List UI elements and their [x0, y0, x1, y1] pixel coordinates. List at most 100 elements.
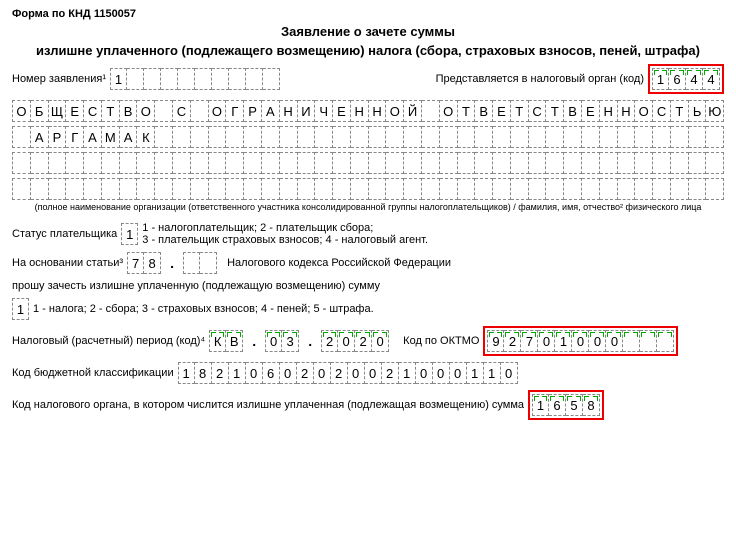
- cell[interactable]: [226, 126, 244, 148]
- cell[interactable]: [511, 126, 529, 148]
- cell[interactable]: [333, 126, 351, 148]
- cell[interactable]: [440, 152, 458, 174]
- cell[interactable]: Г: [226, 100, 244, 122]
- cell[interactable]: [600, 126, 618, 148]
- cell[interactable]: [493, 152, 511, 174]
- cell[interactable]: [351, 126, 369, 148]
- period-cells-1[interactable]: КВ: [209, 330, 243, 352]
- cell[interactable]: С: [529, 100, 547, 122]
- cell[interactable]: [511, 178, 529, 200]
- cell[interactable]: [369, 152, 387, 174]
- cell[interactable]: [564, 178, 582, 200]
- cell[interactable]: [333, 178, 351, 200]
- cell[interactable]: 4: [686, 68, 703, 90]
- cell[interactable]: [173, 126, 191, 148]
- cell[interactable]: [440, 126, 458, 148]
- cell[interactable]: О: [386, 100, 404, 122]
- cell[interactable]: [12, 178, 31, 200]
- cell[interactable]: [155, 100, 173, 122]
- cell[interactable]: [49, 178, 67, 200]
- cell[interactable]: [422, 100, 440, 122]
- cell[interactable]: 0: [433, 362, 450, 384]
- cell[interactable]: [582, 178, 600, 200]
- cell[interactable]: [369, 178, 387, 200]
- cell[interactable]: [137, 178, 155, 200]
- cell[interactable]: Н: [600, 100, 618, 122]
- cell[interactable]: К: [137, 126, 155, 148]
- cell[interactable]: Н: [280, 100, 298, 122]
- cell[interactable]: 0: [589, 330, 606, 352]
- cell[interactable]: [640, 330, 657, 352]
- cell[interactable]: [635, 152, 653, 174]
- cell[interactable]: Щ: [49, 100, 67, 122]
- cell[interactable]: 2: [331, 362, 348, 384]
- cell[interactable]: 9: [487, 330, 504, 352]
- cell[interactable]: 0: [416, 362, 433, 384]
- cell[interactable]: 2: [382, 362, 399, 384]
- cell[interactable]: 0: [348, 362, 365, 384]
- cell[interactable]: [458, 126, 476, 148]
- cell[interactable]: [706, 152, 724, 174]
- article-cells-2[interactable]: [183, 252, 217, 274]
- payer-status-cell[interactable]: 1: [121, 223, 138, 245]
- cell[interactable]: [546, 178, 564, 200]
- cell[interactable]: [66, 178, 84, 200]
- cell[interactable]: [191, 178, 209, 200]
- cell[interactable]: [546, 126, 564, 148]
- cell[interactable]: [31, 152, 49, 174]
- tax-office-cells[interactable]: 1644: [652, 68, 720, 90]
- cell[interactable]: 6: [549, 394, 566, 416]
- cell[interactable]: [155, 152, 173, 174]
- cell[interactable]: В: [564, 100, 582, 122]
- cell[interactable]: 1: [178, 362, 195, 384]
- cell[interactable]: 0: [606, 330, 623, 352]
- cell[interactable]: [386, 126, 404, 148]
- cell[interactable]: [12, 152, 31, 174]
- cell[interactable]: [262, 152, 280, 174]
- cell[interactable]: Е: [333, 100, 351, 122]
- cell[interactable]: [209, 126, 227, 148]
- cell[interactable]: [280, 152, 298, 174]
- cell[interactable]: 7: [521, 330, 538, 352]
- cell[interactable]: 1: [121, 223, 138, 245]
- cell[interactable]: [209, 152, 227, 174]
- cell[interactable]: С: [653, 100, 671, 122]
- cell[interactable]: [440, 178, 458, 200]
- cell[interactable]: Р: [244, 100, 262, 122]
- cell[interactable]: Т: [458, 100, 476, 122]
- cell[interactable]: [600, 152, 618, 174]
- cell[interactable]: 2: [212, 362, 229, 384]
- cell[interactable]: [475, 152, 493, 174]
- cell[interactable]: 1: [399, 362, 416, 384]
- cell[interactable]: 1: [484, 362, 501, 384]
- cell[interactable]: [529, 152, 547, 174]
- cell[interactable]: [458, 178, 476, 200]
- cell[interactable]: И: [298, 100, 316, 122]
- cell[interactable]: [315, 126, 333, 148]
- cell[interactable]: [546, 152, 564, 174]
- cell[interactable]: [600, 178, 618, 200]
- cell[interactable]: [298, 152, 316, 174]
- cell[interactable]: 1: [110, 68, 127, 90]
- period-cells-2[interactable]: 03: [265, 330, 299, 352]
- cell[interactable]: [102, 152, 120, 174]
- cell[interactable]: [315, 178, 333, 200]
- cell[interactable]: [657, 330, 674, 352]
- cell[interactable]: [653, 126, 671, 148]
- cell[interactable]: [351, 152, 369, 174]
- cell[interactable]: [623, 330, 640, 352]
- cell[interactable]: Н: [618, 100, 636, 122]
- cell[interactable]: [155, 126, 173, 148]
- cell[interactable]: [229, 68, 246, 90]
- cell[interactable]: В: [120, 100, 138, 122]
- cell[interactable]: [191, 152, 209, 174]
- cell[interactable]: [475, 126, 493, 148]
- cell[interactable]: Т: [102, 100, 120, 122]
- cell[interactable]: 1: [12, 298, 29, 320]
- cell[interactable]: Ю: [706, 100, 724, 122]
- cell[interactable]: [475, 178, 493, 200]
- cell[interactable]: [671, 178, 689, 200]
- cell[interactable]: Т: [511, 100, 529, 122]
- cell[interactable]: [280, 126, 298, 148]
- cell[interactable]: [12, 126, 31, 148]
